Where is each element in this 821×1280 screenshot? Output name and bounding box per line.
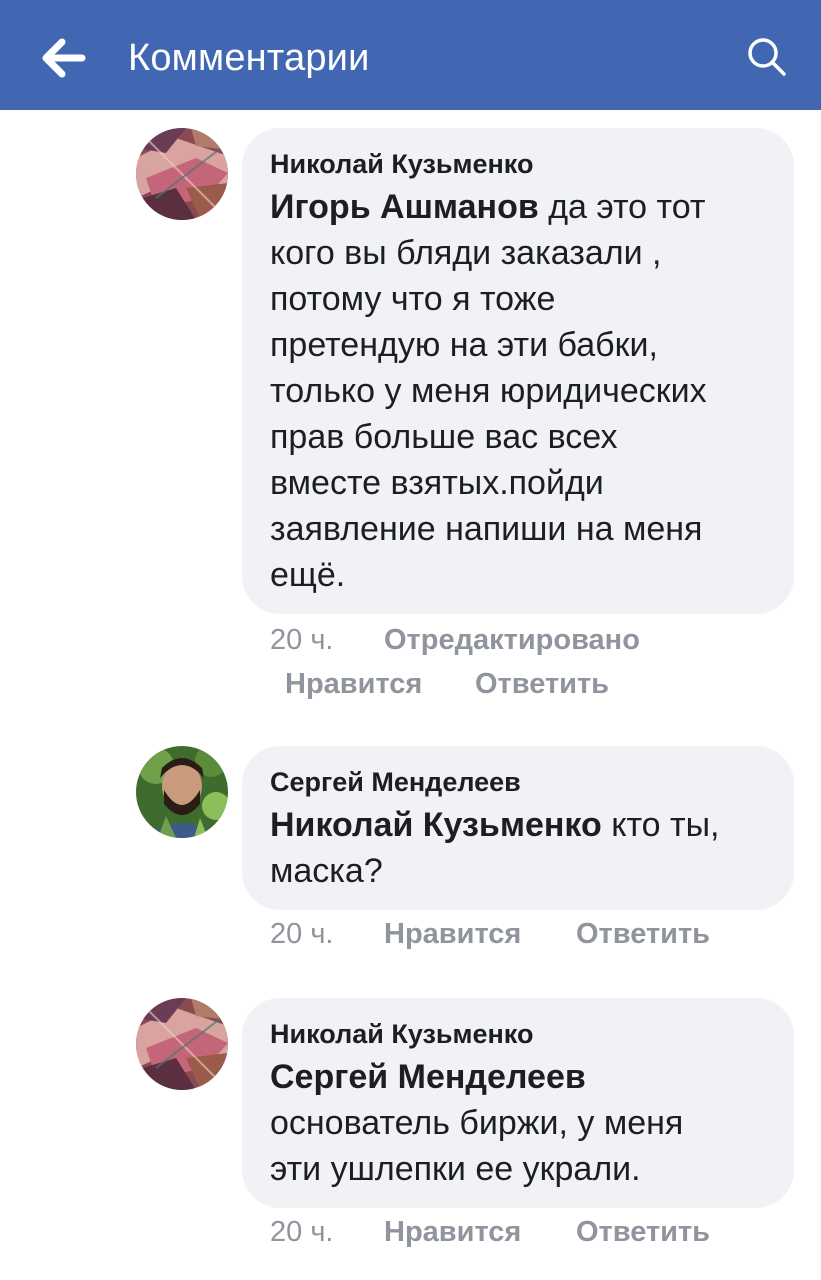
search-button[interactable] — [744, 34, 790, 80]
reply-button[interactable]: Ответить — [576, 1214, 710, 1250]
comment-meta: 20 ч. Нравится Ответить — [270, 1214, 770, 1254]
comment-line: маска? — [270, 852, 383, 890]
avatar-sergey[interactable] — [136, 746, 228, 838]
comment-line: претендую на эти бабки, — [270, 326, 658, 364]
avatar-nikolay[interactable] — [136, 128, 228, 220]
comment-bubble: Николай Кузьменко Игорь Ашманов да это т… — [242, 128, 794, 614]
mention-link[interactable]: Сергей Менделеев — [270, 1058, 586, 1096]
avatar-image — [136, 746, 228, 838]
avatar-image — [136, 128, 228, 220]
search-icon — [748, 38, 786, 76]
comment-text: Николай Кузьменко кто ты, маска? — [270, 802, 766, 894]
comment-line: прав больше вас всех — [270, 418, 618, 456]
comment-author[interactable]: Николай Кузьменко — [270, 1016, 766, 1052]
reply-button[interactable]: Ответить — [475, 666, 609, 702]
avatar-nikolay[interactable] — [136, 998, 228, 1090]
top-bar: Комментарии — [0, 0, 821, 110]
comment-line: только у меня юридических — [270, 372, 707, 410]
comment-line: кто ты, — [601, 806, 720, 844]
edited-label[interactable]: Отредактировано — [384, 622, 640, 658]
comment-time: 20 ч. — [270, 1216, 334, 1248]
like-button[interactable]: Нравится — [384, 1214, 521, 1250]
comment-author[interactable]: Николай Кузьменко — [270, 146, 766, 182]
comment-bubble: Николай Кузьменко Сергей Менделеев основ… — [242, 998, 794, 1208]
comment-author[interactable]: Сергей Менделеев — [270, 764, 766, 800]
comment-time: 20 ч. — [270, 918, 334, 950]
comment-line: потому что я тоже — [270, 280, 556, 318]
comment-line: заявление напиши на меня — [270, 510, 703, 548]
comment-line: да это тот — [538, 188, 706, 226]
comment-meta: 20 ч. Нравится Ответить — [270, 916, 770, 956]
comment-text: Сергей Менделеев основатель биржи, у мен… — [270, 1054, 766, 1192]
avatar-image — [136, 998, 228, 1090]
comment-text: Игорь Ашманов да это тот кого вы бляди з… — [270, 184, 766, 598]
mention-link[interactable]: Игорь Ашманов — [270, 188, 539, 226]
comment-line: эти ушлепки ее украли. — [270, 1150, 641, 1188]
like-button[interactable]: Нравится — [384, 916, 521, 952]
comment-line: вместе взятых.пойди — [270, 464, 604, 502]
reply-button[interactable]: Ответить — [576, 916, 710, 952]
comment-line: кого вы бляди заказали , — [270, 234, 662, 272]
like-button[interactable]: Нравится — [285, 666, 422, 702]
comment-line: ещё. — [270, 556, 346, 594]
back-button[interactable] — [40, 38, 88, 78]
mention-link[interactable]: Николай Кузьменко — [270, 806, 602, 844]
arrow-left-icon — [42, 38, 86, 78]
page-title: Комментарии — [128, 37, 370, 79]
comment-meta: 20 ч. Отредактировано Нравится Ответить — [270, 622, 770, 702]
comment-time: 20 ч. — [270, 624, 334, 656]
comment-line: основатель биржи, у меня — [270, 1104, 684, 1142]
comment-bubble: Сергей Менделеев Николай Кузьменко кто т… — [242, 746, 794, 910]
